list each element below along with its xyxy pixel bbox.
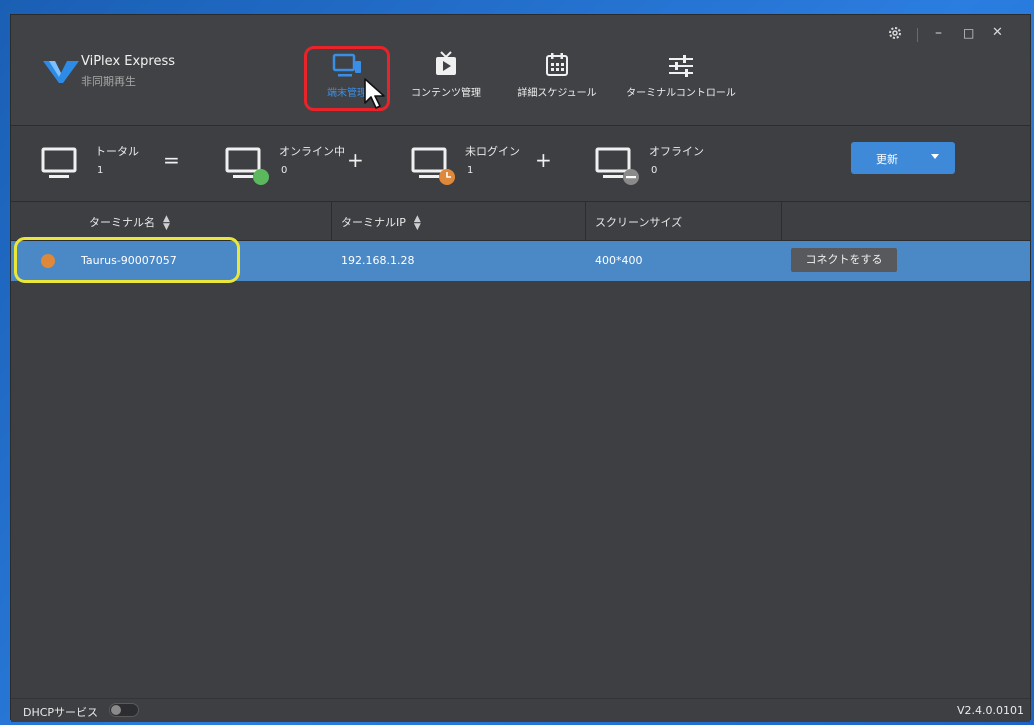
column-divider [331, 202, 332, 240]
tab-detailed-schedule[interactable]: 詳細スケジュール [511, 50, 603, 115]
tab-label: 詳細スケジュール [517, 88, 597, 99]
refresh-button[interactable]: 更新 [851, 142, 955, 174]
window-controls-divider [917, 28, 918, 42]
connect-button[interactable]: コネクトをする [791, 248, 897, 272]
tab-label: ターミナルコントロール [626, 88, 736, 99]
tab-label: コンテンツ管理 [411, 88, 481, 99]
sort-icon[interactable]: ▲ ▼ [163, 215, 170, 232]
column-divider [781, 202, 782, 240]
screen-size-cell: 400*400 [595, 254, 643, 267]
chevron-down-icon[interactable] [931, 154, 939, 159]
online-monitor-icon [225, 147, 269, 185]
column-divider [585, 202, 586, 240]
total-monitor-icon [41, 147, 77, 178]
terminal-ip-cell: 192.168.1.28 [341, 254, 415, 267]
tab-terminal-control[interactable]: ターミナルコントロール [621, 50, 741, 115]
toggle-knob [111, 705, 121, 715]
viplex-logo-icon [43, 61, 79, 83]
not-logged-in-count: 1 [467, 165, 474, 176]
offline-monitor-icon [595, 147, 639, 185]
dhcp-service-label: DHCPサービス [23, 706, 99, 719]
status-bar: DHCPサービス V2.4.0.0101 [11, 698, 1030, 722]
refresh-button-label: 更新 [876, 153, 898, 166]
online-count: 0 [281, 165, 288, 176]
column-header-terminal-name[interactable]: ターミナル名 ▲ ▼ [89, 214, 170, 232]
not-logged-in-label: 未ログイン [465, 145, 520, 158]
calendar-icon [546, 53, 568, 76]
tab-content-management[interactable]: コンテンツ管理 [407, 50, 485, 115]
close-button[interactable]: ✕ [992, 25, 1003, 40]
column-header-screen-size[interactable]: スクリーンサイズ [595, 214, 682, 230]
version-label: V2.4.0.0101 [956, 704, 1024, 717]
offline-count: 0 [651, 165, 658, 176]
not-logged-in-monitor-icon [411, 147, 455, 185]
title-bar: ViPlex Express 非同期再生 端末管理 コンテンツ管理 詳細スケジュ… [11, 15, 1030, 126]
app-subtitle: 非同期再生 [81, 75, 136, 88]
terminal-table-header: ターミナル名 ▲ ▼ ターミナルIP ▲ ▼ スクリーンサイズ [11, 201, 1030, 241]
sliders-icon [669, 55, 693, 77]
column-header-terminal-ip[interactable]: ターミナルIP ▲ ▼ [341, 214, 421, 232]
plus-sign: + [347, 148, 364, 172]
plus-sign: + [535, 148, 552, 172]
online-label: オンライン中 [279, 145, 345, 158]
app-name: ViPlex Express [81, 54, 176, 69]
equals-sign: = [163, 148, 180, 172]
sort-icon[interactable]: ▲ ▼ [414, 215, 421, 232]
total-count: 1 [97, 165, 104, 176]
highlight-annotation-yellow [14, 237, 240, 283]
play-tv-icon [436, 51, 456, 75]
mouse-cursor-icon [364, 78, 385, 109]
gear-icon[interactable] [887, 25, 903, 41]
minimize-button[interactable]: – [935, 25, 942, 41]
app-window: ViPlex Express 非同期再生 端末管理 コンテンツ管理 詳細スケジュ… [10, 14, 1031, 722]
total-label: トータル [95, 145, 139, 158]
offline-label: オフライン [649, 145, 704, 158]
dhcp-toggle[interactable] [109, 703, 139, 717]
maximize-button[interactable]: □ [963, 26, 974, 40]
